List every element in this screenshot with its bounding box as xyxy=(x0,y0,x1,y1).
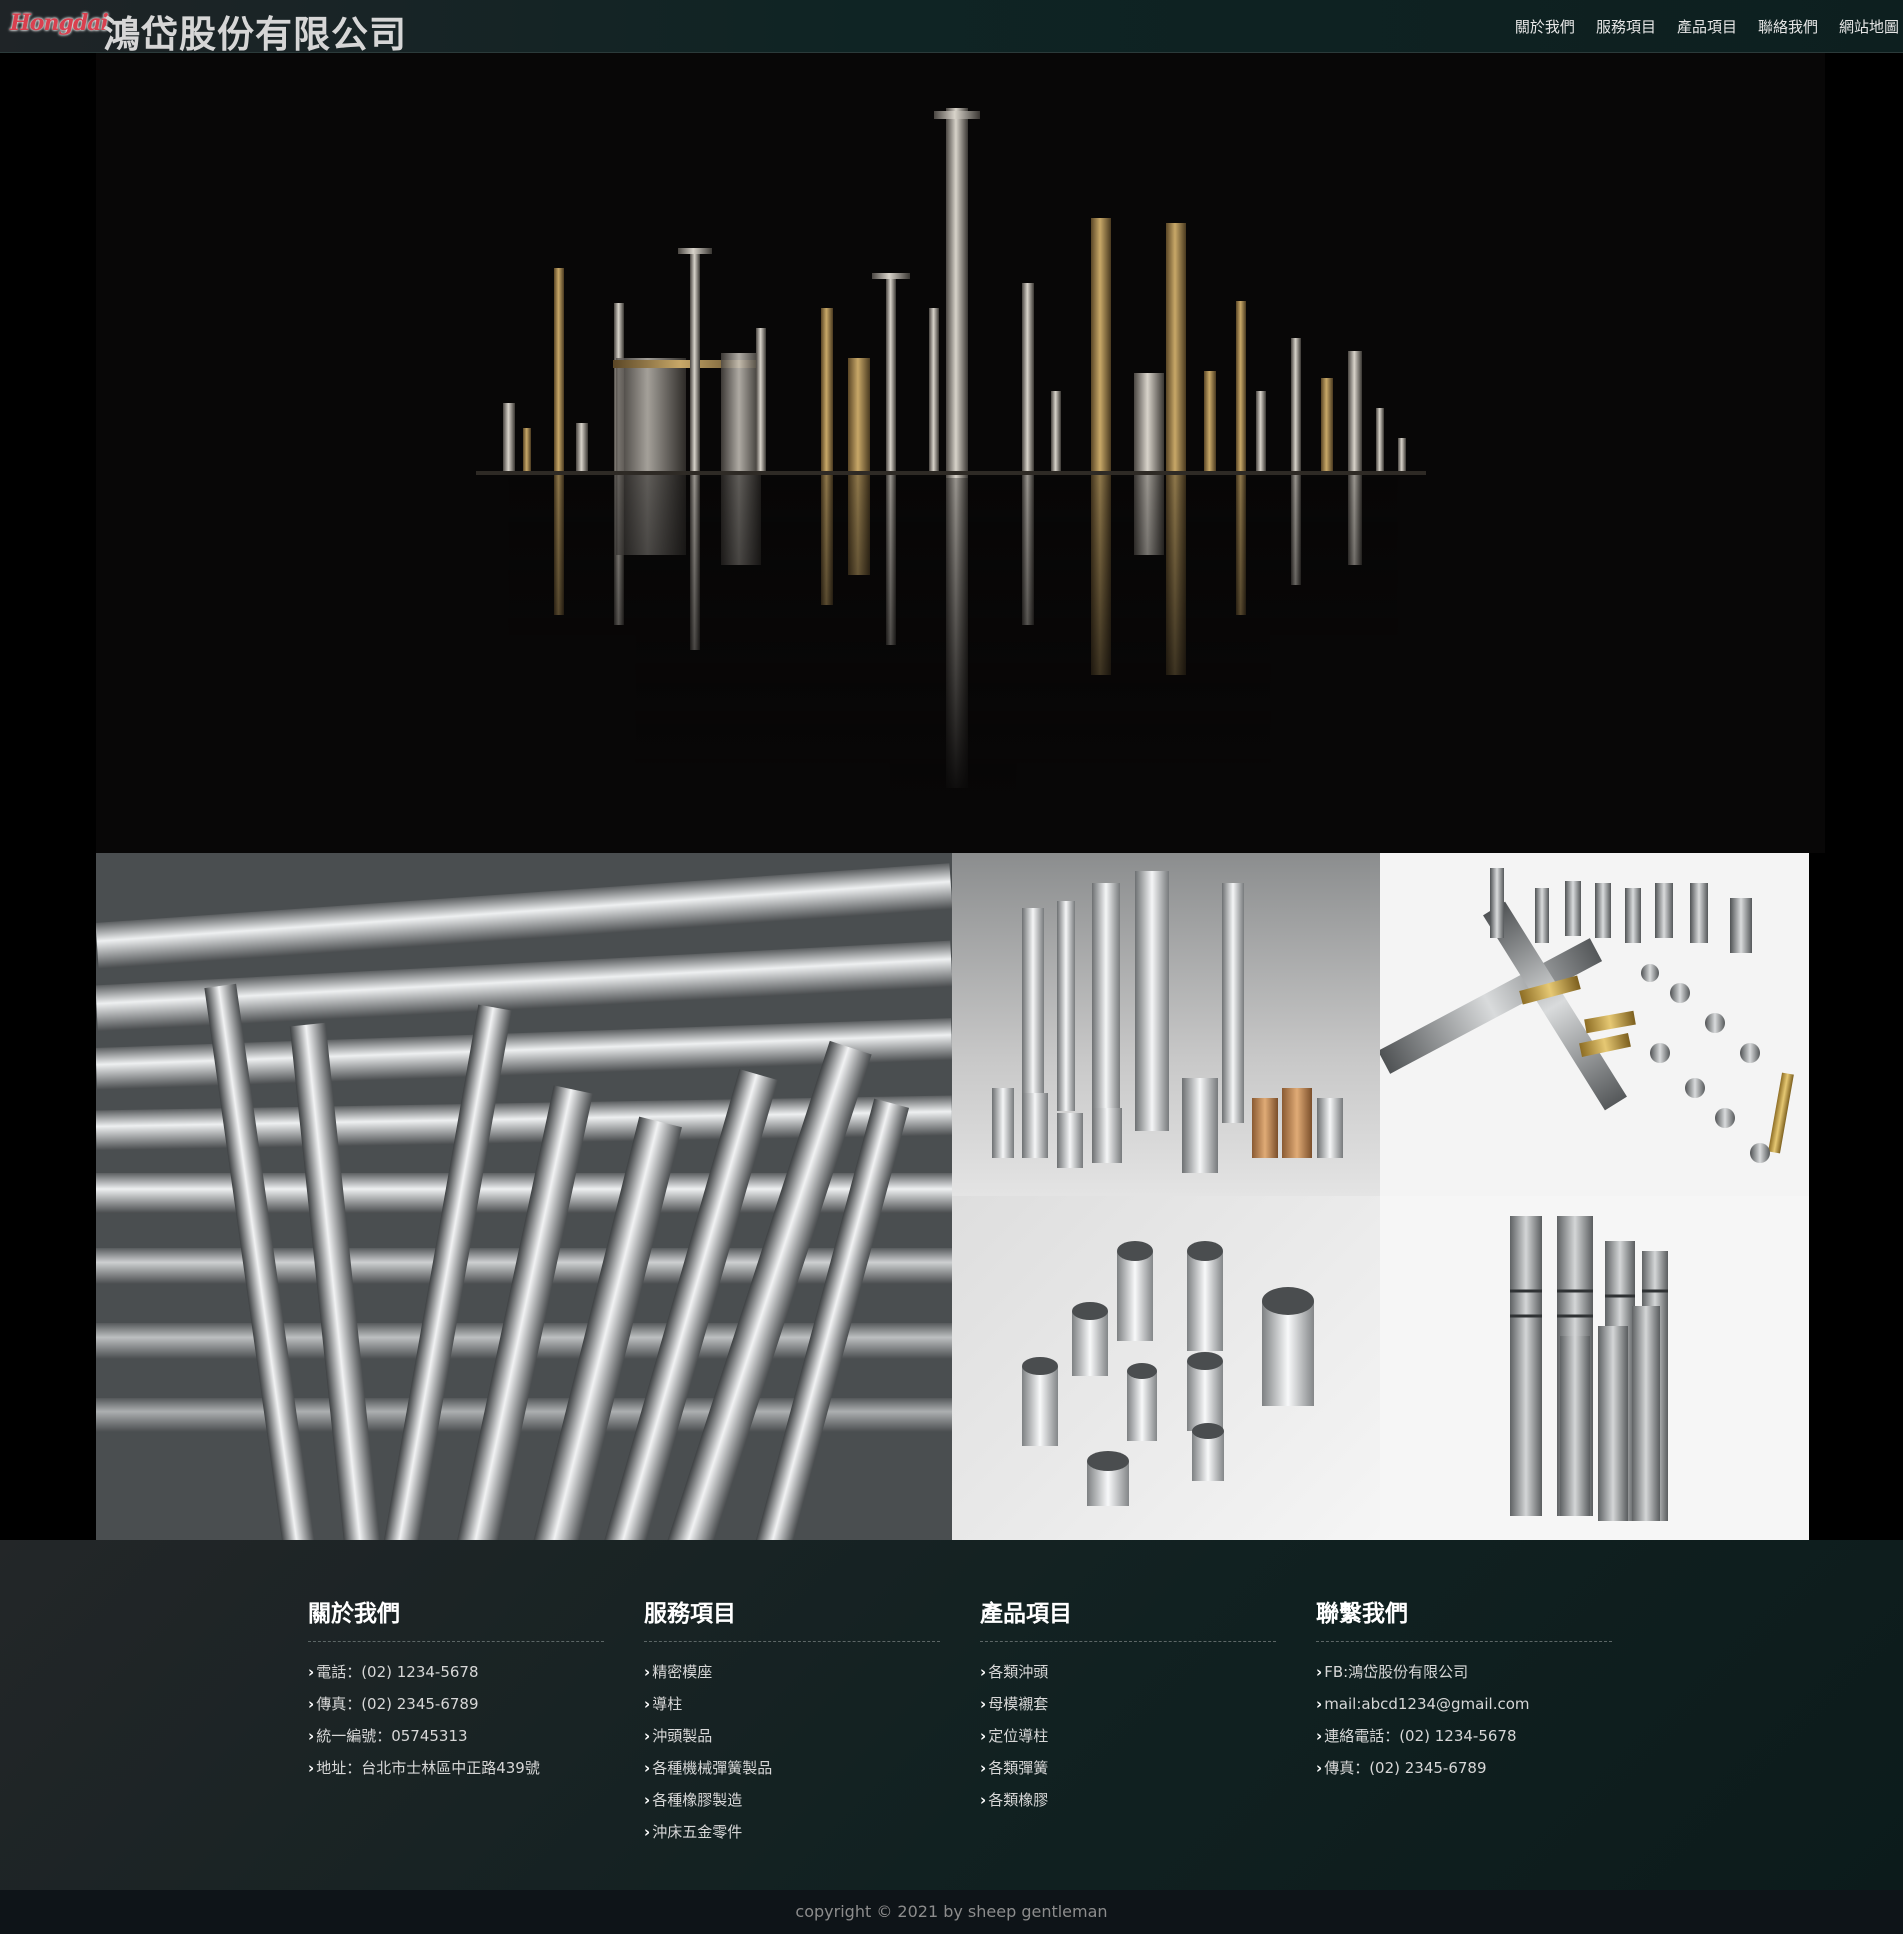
footer-link[interactable]: › 各類橡膠 xyxy=(980,1784,1276,1816)
footer-link[interactable]: › 定位導柱 xyxy=(980,1720,1276,1752)
footer-item: › 地址：台北市士林區中正路439號 xyxy=(308,1759,540,1777)
product-gallery xyxy=(96,853,1809,1540)
chevron-right-icon: › xyxy=(644,1791,651,1809)
chevron-right-icon: › xyxy=(308,1695,315,1713)
footer-link[interactable]: › 各種機械彈簧製品 xyxy=(644,1752,940,1784)
chevron-right-icon: › xyxy=(980,1695,987,1713)
footer-link[interactable]: › 各類彈簧 xyxy=(980,1752,1276,1784)
site-header: Hongdai 鴻岱股份有限公司 關於我們 服務項目 產品項目 聯絡我們 網站地… xyxy=(0,0,1903,56)
main-nav: 關於我們 服務項目 產品項目 聯絡我們 網站地圖 xyxy=(1515,16,1899,37)
chevron-right-icon: › xyxy=(1316,1663,1323,1681)
footer-item: › 統一編號：05745313 xyxy=(308,1727,468,1745)
footer-item: › 傳真：(02) 2345-6789 xyxy=(308,1695,479,1713)
nav-products[interactable]: 產品項目 xyxy=(1677,16,1737,37)
company-name[interactable]: 鴻岱股份有限公司 xyxy=(103,4,407,58)
nav-services[interactable]: 服務項目 xyxy=(1596,16,1656,37)
chevron-right-icon: › xyxy=(644,1695,651,1713)
footer-col-title: 產品項目 xyxy=(980,1594,1276,1642)
gallery-image-guide-posts[interactable] xyxy=(952,853,1380,1196)
gallery-image-guide-pillars[interactable] xyxy=(1380,1196,1809,1540)
chevron-right-icon: › xyxy=(980,1663,987,1681)
footer-col-title: 聯繫我們 xyxy=(1316,1594,1612,1642)
pillar-set xyxy=(1510,1216,1668,1521)
footer-link[interactable]: › 沖床五金零件 xyxy=(644,1816,940,1848)
footer-col-title: 關於我們 xyxy=(308,1594,604,1642)
gallery-image-punches[interactable] xyxy=(96,853,952,1540)
footer-item: › 電話：(02) 1234-5678 xyxy=(308,1663,479,1681)
nav-contact[interactable]: 聯絡我們 xyxy=(1758,16,1818,37)
footer-link[interactable]: › FB:鴻岱股份有限公司 xyxy=(1316,1656,1612,1688)
footer-link[interactable]: › mail:abcd1234@gmail.com xyxy=(1316,1688,1612,1720)
footer-item: › 連絡電話：(02) 1234-5678 xyxy=(1316,1727,1517,1745)
footer-item: › 傳真：(02) 2345-6789 xyxy=(1316,1759,1487,1777)
chevron-right-icon: › xyxy=(644,1759,651,1777)
footer-link[interactable]: › 導柱 xyxy=(644,1688,940,1720)
chevron-right-icon: › xyxy=(980,1791,987,1809)
footer-col-services: 服務項目 › 精密模座 › 導柱 › 沖頭製品 › 各種機械彈簧製品 › 各種橡膠製造 ›… xyxy=(644,1594,940,1848)
chevron-right-icon: › xyxy=(644,1823,651,1841)
copyright-text: copyright © 2021 by sheep gentleman xyxy=(0,1890,1903,1934)
screw-group xyxy=(476,108,1426,478)
nav-sitemap[interactable]: 網站地圖 xyxy=(1839,16,1899,37)
gallery-image-dowel-pins[interactable] xyxy=(1380,853,1809,1196)
footer-link[interactable]: › 精密模座 xyxy=(644,1656,940,1688)
chevron-right-icon: › xyxy=(1316,1695,1323,1713)
bushing-set xyxy=(1022,1241,1314,1506)
footer-col-products: 產品項目 › 各類沖頭 › 母模襯套 › 定位導柱 › 各類彈簧 › 各類橡膠 xyxy=(980,1594,1276,1816)
chevron-right-icon: › xyxy=(644,1727,651,1745)
company-logo[interactable]: Hongdai xyxy=(10,10,109,36)
chevron-right-icon: › xyxy=(1316,1727,1323,1745)
chevron-right-icon: › xyxy=(980,1727,987,1745)
gallery-image-bushings[interactable] xyxy=(952,1196,1380,1540)
footer-link[interactable]: › 沖頭製品 xyxy=(644,1720,940,1752)
hero-image-screws xyxy=(96,53,1825,853)
footer-link[interactable]: › 母模襯套 xyxy=(980,1688,1276,1720)
site-footer: 關於我們 › 電話：(02) 1234-5678 › 傳真：(02) 2345-67… xyxy=(0,1540,1903,1890)
footer-link[interactable]: › 各類沖頭 xyxy=(980,1656,1276,1688)
chevron-right-icon: › xyxy=(308,1727,315,1745)
footer-col-title: 服務項目 xyxy=(644,1594,940,1642)
footer-col-about: 關於我們 › 電話：(02) 1234-5678 › 傳真：(02) 2345-67… xyxy=(308,1594,604,1784)
chevron-right-icon: › xyxy=(644,1663,651,1681)
nav-about[interactable]: 關於我們 xyxy=(1515,16,1575,37)
chevron-right-icon: › xyxy=(1316,1759,1323,1777)
chevron-right-icon: › xyxy=(308,1759,315,1777)
footer-col-contact: 聯繫我們 › FB:鴻岱股份有限公司 › mail:abcd1234@gmail.c… xyxy=(1316,1594,1612,1784)
chevron-right-icon: › xyxy=(980,1759,987,1777)
chevron-right-icon: › xyxy=(308,1663,315,1681)
screw-reflection xyxy=(96,475,1825,805)
footer-link[interactable]: › 各種橡膠製造 xyxy=(644,1784,940,1816)
